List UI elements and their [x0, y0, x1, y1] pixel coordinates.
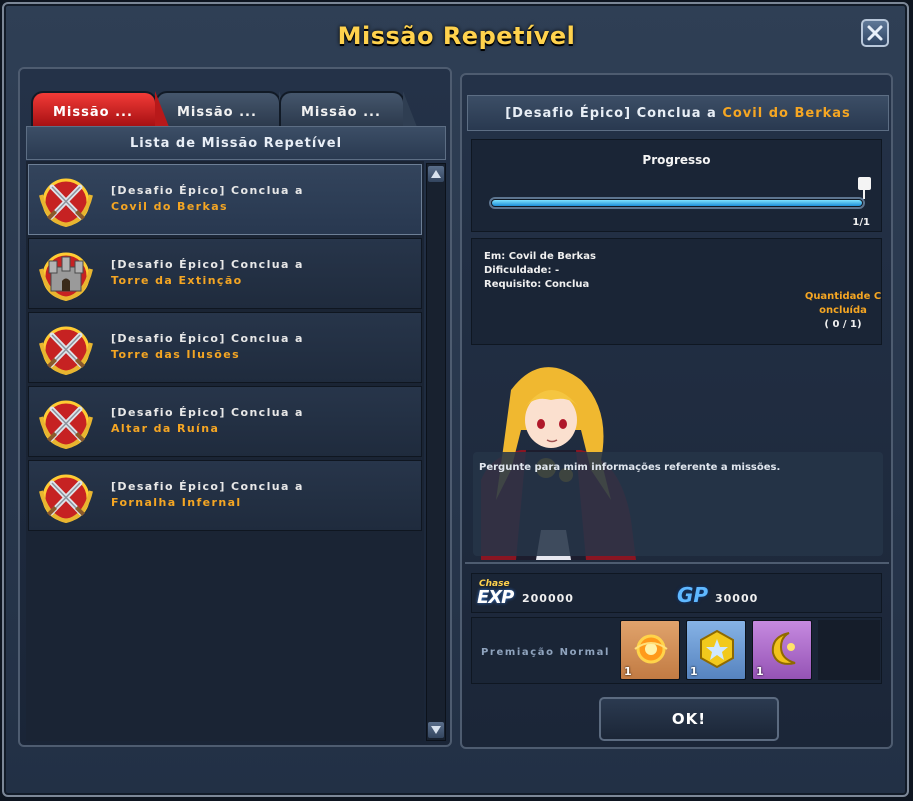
- crossed-swords-icon: [39, 326, 93, 376]
- gp-value: 30000: [715, 592, 759, 605]
- info-requirement: Requisito: Conclua: [484, 279, 590, 290]
- scroll-up-button[interactable]: [428, 166, 444, 182]
- tab-mission-2[interactable]: Missão ...: [155, 91, 293, 127]
- list-header: Lista de Missão Repetível: [26, 126, 446, 160]
- quantity-completed-value: ( 0 / 1): [824, 319, 862, 330]
- orb-icon: [634, 634, 668, 664]
- reward-item-qty: 1: [756, 665, 764, 678]
- mission-item[interactable]: [Desafio Épico] Conclua a Torre das Ilus…: [28, 312, 422, 383]
- mission-item-location: Altar da Ruína: [111, 422, 220, 435]
- mission-item[interactable]: [Desafio Épico] Conclua a Torre da Extin…: [28, 238, 422, 309]
- reward-item-orb[interactable]: 1: [620, 620, 680, 680]
- reward-item-moon[interactable]: 1: [752, 620, 812, 680]
- progress-bar: [489, 197, 865, 209]
- progress-fill: [492, 200, 862, 206]
- mission-item-title: [Desafio Épico] Conclua a: [111, 480, 304, 493]
- tab-mission-3[interactable]: Missão ...: [279, 91, 417, 127]
- close-icon: [867, 25, 883, 41]
- detail-header: [Desafio Épico] Conclua a Covil do Berka…: [467, 95, 889, 131]
- mission-info-box: Em: Covil de Berkas Dificuldade: - Requi…: [471, 238, 882, 345]
- info-location: Em: Covil de Berkas: [484, 251, 596, 262]
- progress-label: Progresso: [642, 153, 711, 167]
- mission-item-location: Fornalha Infernal: [111, 496, 242, 509]
- reward-item-qty: 1: [690, 665, 698, 678]
- empty-reward-slot: [818, 620, 880, 680]
- mission-item[interactable]: [Desafio Épico] Conclua a Covil do Berka…: [28, 164, 422, 235]
- progress-marker: [858, 177, 871, 199]
- crossed-swords-icon: [39, 474, 93, 524]
- castle-icon: [39, 252, 93, 302]
- progress-box: Progresso 1/1: [471, 139, 882, 232]
- close-button[interactable]: [861, 19, 889, 47]
- gp-icon: GP: [677, 583, 709, 607]
- normal-reward-label: Premiação Normal: [481, 647, 611, 658]
- crossed-swords-icon: [39, 178, 93, 228]
- mission-item-title: [Desafio Épico] Conclua a: [111, 406, 304, 419]
- mission-item-location: Torre da Extinção: [111, 274, 243, 287]
- info-difficulty: Dificuldade: -: [484, 265, 560, 276]
- exp-icon: EXP: [477, 587, 514, 608]
- arrow-down-icon: [431, 726, 441, 734]
- star-gem-icon: [700, 629, 734, 669]
- npc-dialog-text: Pergunte para mim informações referente …: [479, 462, 781, 473]
- detail-header-prefix: [Desafio Épico] Conclua a: [505, 106, 717, 121]
- list-scrollbar[interactable]: [426, 163, 446, 741]
- mission-item[interactable]: [Desafio Épico] Conclua a Fornalha Infer…: [28, 460, 422, 531]
- mission-item-location: Torre das Ilusões: [111, 348, 241, 361]
- mission-list: [Desafio Épico] Conclua a Covil do Berka…: [26, 161, 424, 741]
- moon-icon: [771, 632, 796, 665]
- detail-header-location: Covil do Berkas: [722, 106, 851, 121]
- mission-item-title: [Desafio Épico] Conclua a: [111, 258, 304, 271]
- tab-mission-1[interactable]: Missão ...: [31, 91, 169, 127]
- progress-count: 1/1: [852, 217, 870, 228]
- quantity-completed-label: Quantidade Concluída: [804, 291, 882, 316]
- mission-item-title: [Desafio Épico] Conclua a: [111, 184, 304, 197]
- scroll-down-button[interactable]: [428, 722, 444, 738]
- mission-item-title: [Desafio Épico] Conclua a: [111, 332, 304, 345]
- window-title: Missão Repetível: [337, 22, 576, 50]
- mission-item[interactable]: [Desafio Épico] Conclua a Altar da Ruína: [28, 386, 422, 457]
- reward-item-gem[interactable]: 1: [686, 620, 746, 680]
- exp-value: 200000: [522, 592, 574, 605]
- arrow-up-icon: [431, 170, 441, 178]
- mission-item-location: Covil do Berkas: [111, 200, 228, 213]
- ok-button[interactable]: OK!: [599, 697, 779, 741]
- reward-item-qty: 1: [624, 665, 632, 678]
- divider: [465, 562, 889, 564]
- crossed-swords-icon: [39, 400, 93, 450]
